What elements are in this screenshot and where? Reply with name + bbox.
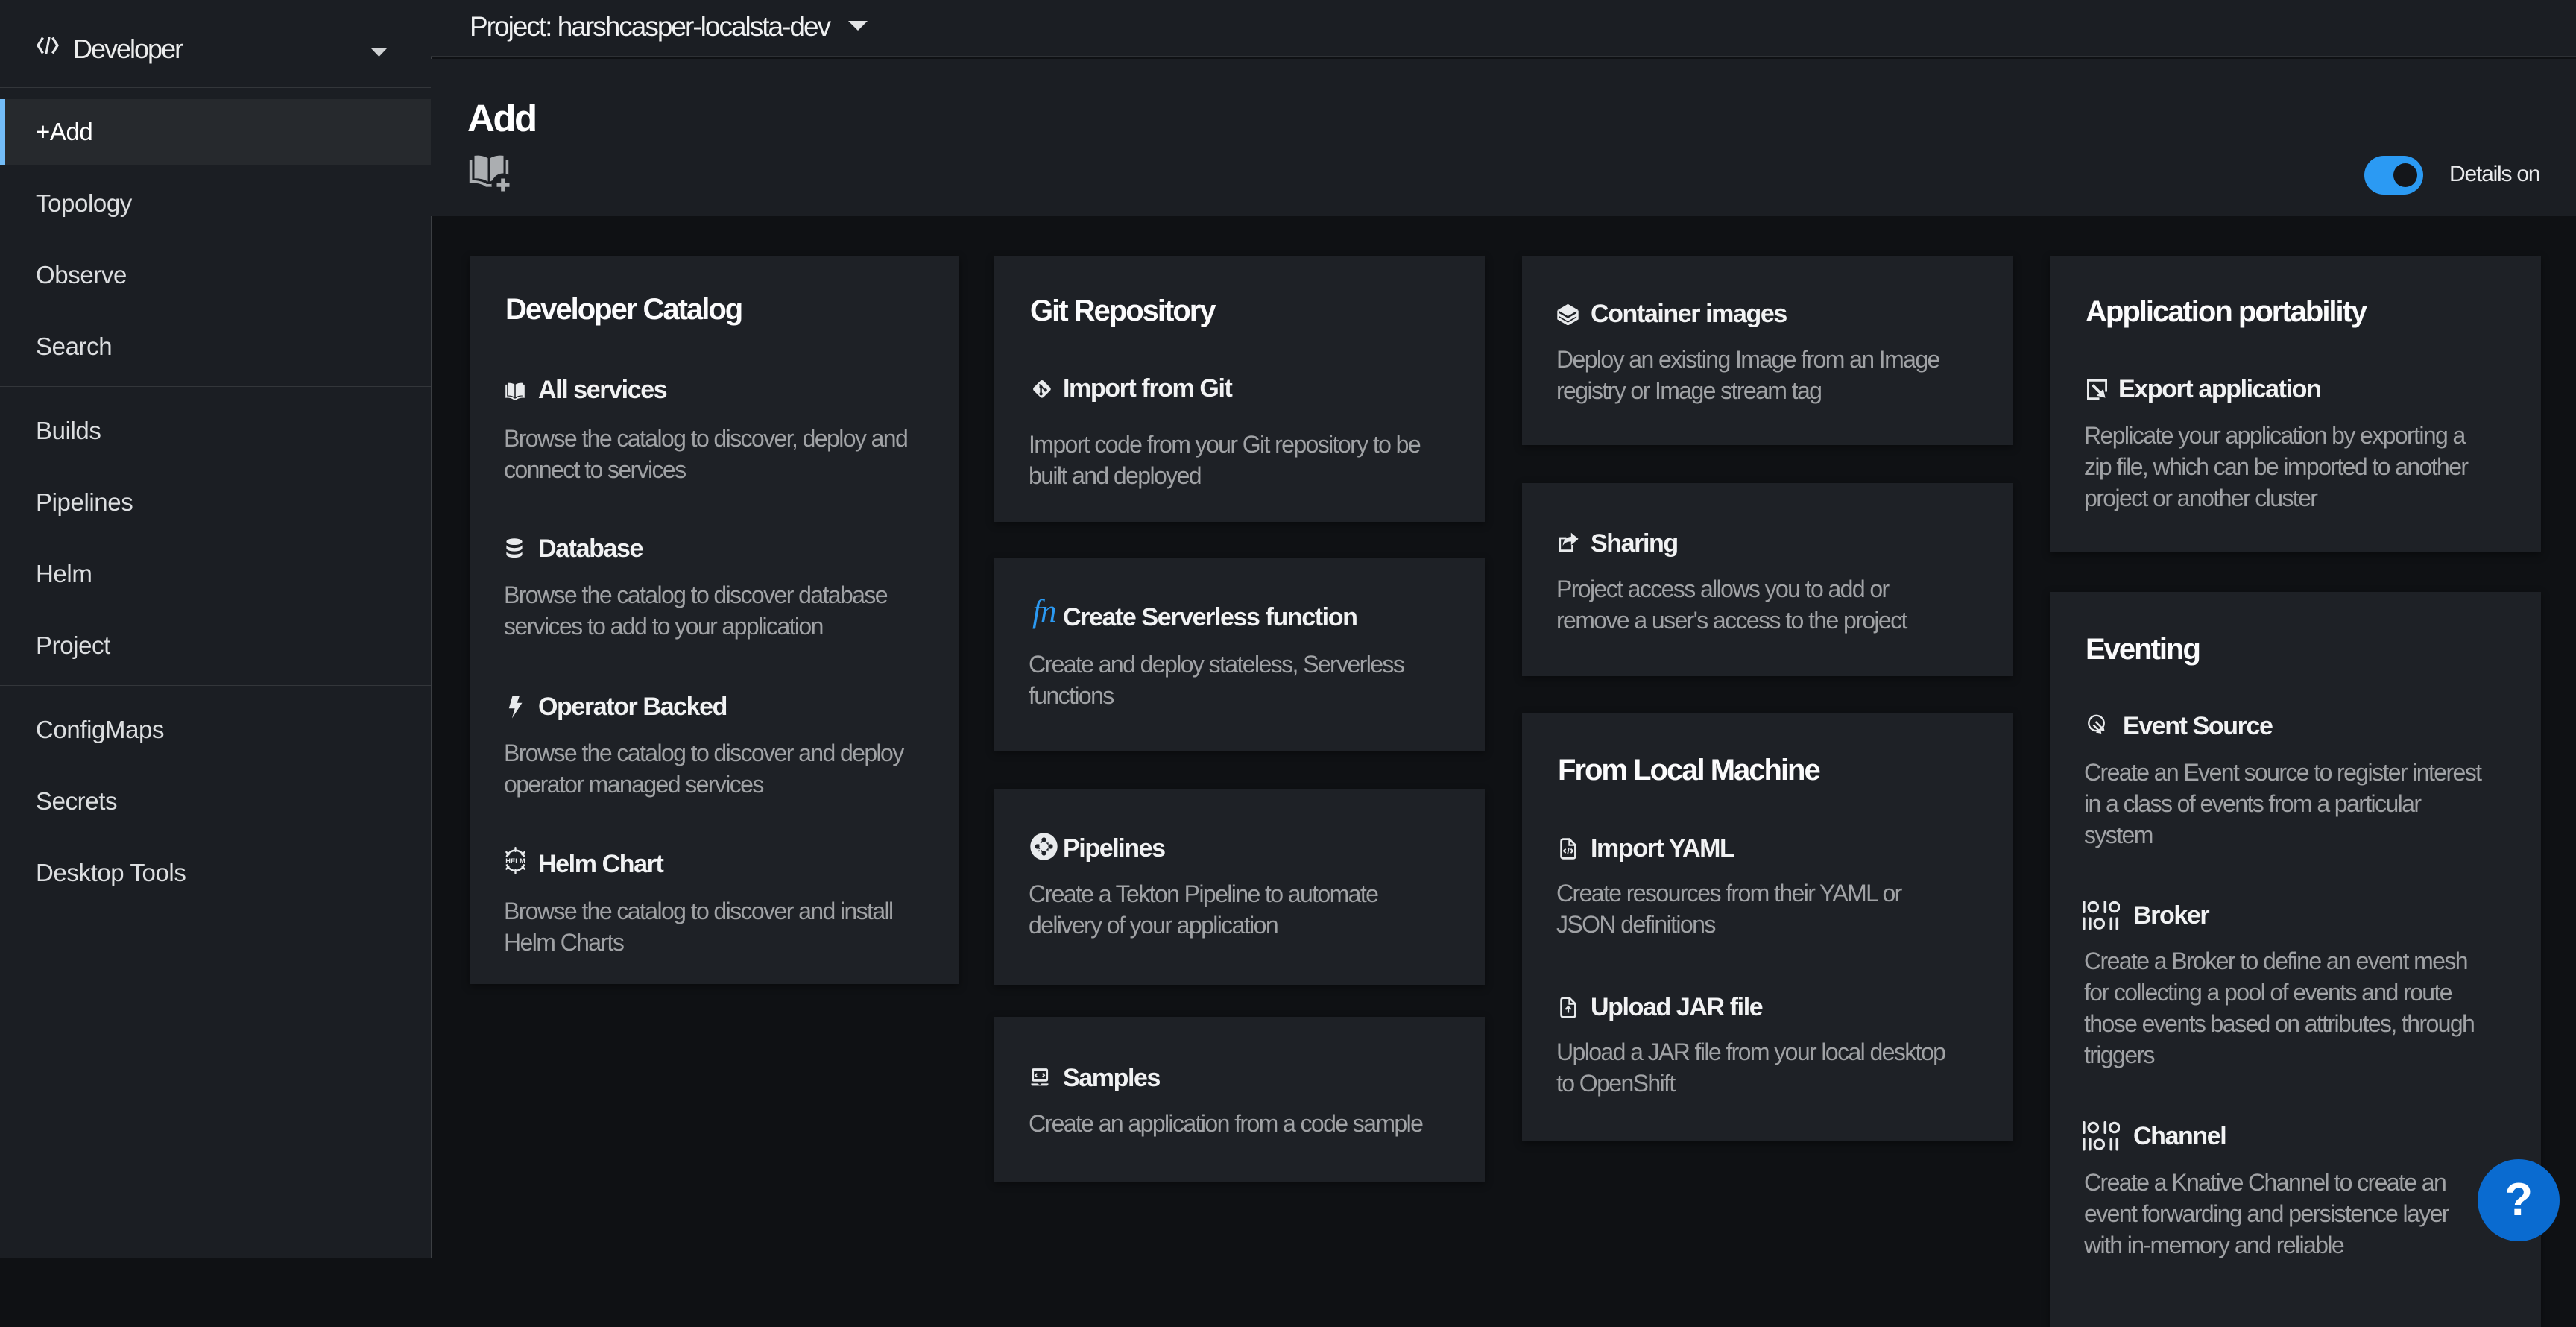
- svg-text:HELM: HELM: [505, 857, 525, 865]
